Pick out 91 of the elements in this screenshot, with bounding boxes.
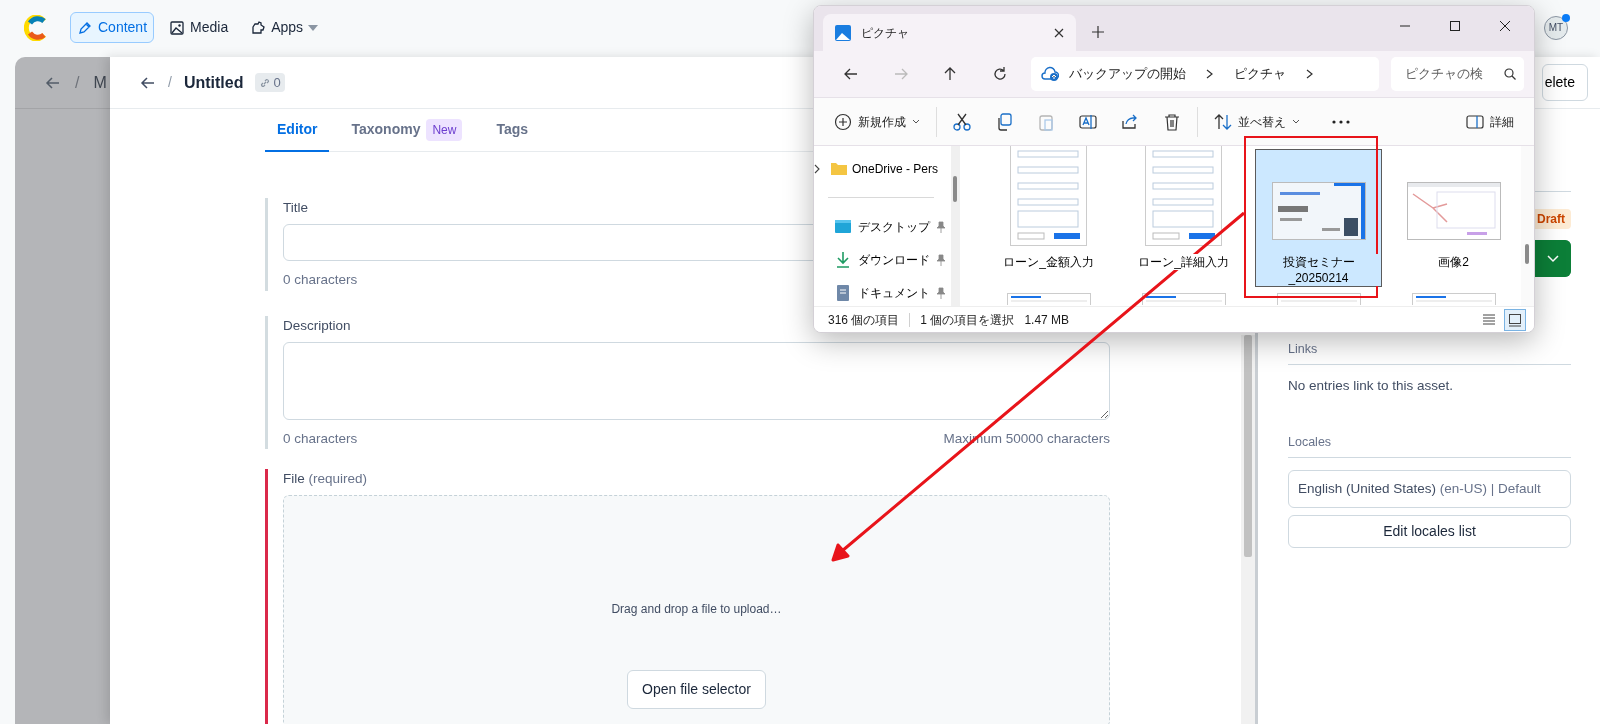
- tab[interactable]: Tags: [484, 109, 541, 152]
- empty-links-text: No entries link to this asset.: [1288, 376, 1455, 395]
- chevron-right-icon: [1206, 69, 1214, 79]
- new-tab-icon[interactable]: [1092, 26, 1104, 38]
- scrollbar-thumb[interactable]: [953, 176, 957, 202]
- more-icon: [1332, 119, 1350, 124]
- character-count: 0 characters: [283, 429, 358, 448]
- nav-pane-item[interactable]: デスクトップ: [814, 210, 942, 243]
- window-tab[interactable]: ピクチャ: [823, 14, 1076, 51]
- logo-icon: [24, 14, 48, 41]
- clipboard-icon: [1037, 112, 1055, 131]
- image-icon: [169, 19, 186, 36]
- dropzone-text: Drag and drop a file to upload…: [611, 601, 782, 619]
- tab[interactable]: Editor: [265, 109, 330, 152]
- nav-pane-item[interactable]: ダウンロード: [814, 243, 942, 276]
- breadcrumb-item[interactable]: バックアップの開始: [1069, 64, 1186, 84]
- selection-info: 1 個の項目を選択: [920, 311, 1015, 329]
- window-title: ピクチャ: [861, 24, 909, 42]
- selection-size: 1.47 MB: [1024, 311, 1070, 329]
- toolbar-button[interactable]: 並べ替え: [1202, 104, 1312, 139]
- tab[interactable]: Taxonomy New: [339, 109, 475, 152]
- breadcrumb-item[interactable]: ピクチャ: [1234, 64, 1286, 84]
- tile-view-icon: [1507, 311, 1523, 328]
- field-label: File (required): [283, 470, 368, 488]
- picture-folder-icon: [835, 24, 851, 41]
- file-item[interactable]: ローン_金額入力: [985, 149, 1112, 287]
- nav-tab[interactable]: Content: [70, 12, 155, 43]
- nav-tab[interactable]: Apps: [243, 12, 326, 43]
- user-avatar[interactable]: MT: [1544, 15, 1568, 40]
- section-heading: Locales: [1288, 433, 1571, 458]
- link-icon: [259, 76, 272, 89]
- cloud-upload-icon: [1041, 66, 1059, 82]
- toolbar-button[interactable]: 新規作成: [822, 104, 932, 139]
- file-dropzone[interactable]: Drag and drop a file to upload… Open file selector: [283, 495, 1110, 724]
- scrollbar[interactable]: [951, 146, 960, 306]
- search-icon: [1504, 68, 1517, 80]
- open-file-button[interactable]: Open file selector: [627, 670, 766, 710]
- file-item[interactable]: 投資セミナー_20250214: [1255, 149, 1382, 287]
- link-count-badge: 0: [255, 72, 285, 93]
- scrollbar-thumb[interactable]: [1244, 335, 1252, 557]
- nav-tab[interactable]: Media: [162, 12, 236, 43]
- view-toggle[interactable]: [1504, 308, 1526, 331]
- copy-icon: [995, 112, 1013, 131]
- close-icon[interactable]: [1500, 21, 1510, 31]
- plus-circle-icon: [834, 112, 852, 131]
- entry-title: Untitled: [183, 72, 244, 93]
- back-arrow-icon[interactable]: [140, 74, 156, 91]
- maximize-icon[interactable]: [1450, 21, 1460, 31]
- share-icon: [1121, 112, 1139, 131]
- rename-icon: [1079, 112, 1097, 131]
- document-icon: [834, 283, 852, 302]
- sort-icon: [1214, 112, 1232, 131]
- locale-field: English (United States) (en-US) | Default: [1288, 469, 1571, 508]
- scissors-icon: [953, 112, 971, 131]
- dropdown-toggle-button[interactable]: [1534, 240, 1571, 277]
- scrollbar[interactable]: [1521, 146, 1534, 306]
- caret-icon: [912, 119, 920, 124]
- new-badge: New: [426, 118, 463, 141]
- refresh-icon[interactable]: [992, 66, 1009, 82]
- nav-pane-item[interactable]: OneDrive - Pers: [814, 152, 945, 185]
- breadcrumb-separator: /: [75, 72, 80, 93]
- scrollbar[interactable]: [1241, 335, 1255, 724]
- nav-pane-item[interactable]: ドキュメント: [814, 276, 942, 309]
- file-item[interactable]: 画像2: [1390, 149, 1517, 287]
- search-field[interactable]: ピクチャの検: [1390, 57, 1525, 91]
- field-label: Description: [283, 316, 351, 335]
- trash-icon: [1163, 112, 1181, 131]
- description-input[interactable]: [283, 341, 1110, 420]
- close-icon[interactable]: [1054, 27, 1064, 38]
- file-item[interactable]: ローン_詳細入力: [1120, 149, 1247, 287]
- address-bar[interactable]: バックアップの開始 ピクチャ: [1031, 57, 1379, 91]
- scrollbar-thumb[interactable]: [1525, 244, 1529, 264]
- chevron-right-icon: [1306, 69, 1314, 79]
- list-view-icon: [1481, 311, 1497, 328]
- desktop-icon: [834, 217, 852, 236]
- item-count: 316 個の項目: [828, 311, 900, 329]
- character-count: 0 characters: [283, 271, 358, 290]
- back-arrow-icon[interactable]: [842, 66, 859, 82]
- field-label: Title: [283, 199, 308, 217]
- details-pane-icon: [1466, 112, 1484, 131]
- section-heading: Links: [1288, 340, 1571, 365]
- edit-locales-button[interactable]: Edit locales list: [1288, 515, 1571, 548]
- chevron-down-icon: [1546, 254, 1559, 263]
- breadcrumb-text: M: [93, 72, 107, 93]
- puzzle-icon: [250, 19, 267, 36]
- download-icon: [834, 250, 852, 269]
- caret-icon: [1292, 119, 1300, 124]
- toolbar-button[interactable]: 詳細: [1454, 104, 1526, 139]
- chevron-right-icon: [814, 163, 820, 174]
- delete-button[interactable]: elete: [1541, 64, 1588, 101]
- breadcrumb-separator: /: [168, 73, 172, 92]
